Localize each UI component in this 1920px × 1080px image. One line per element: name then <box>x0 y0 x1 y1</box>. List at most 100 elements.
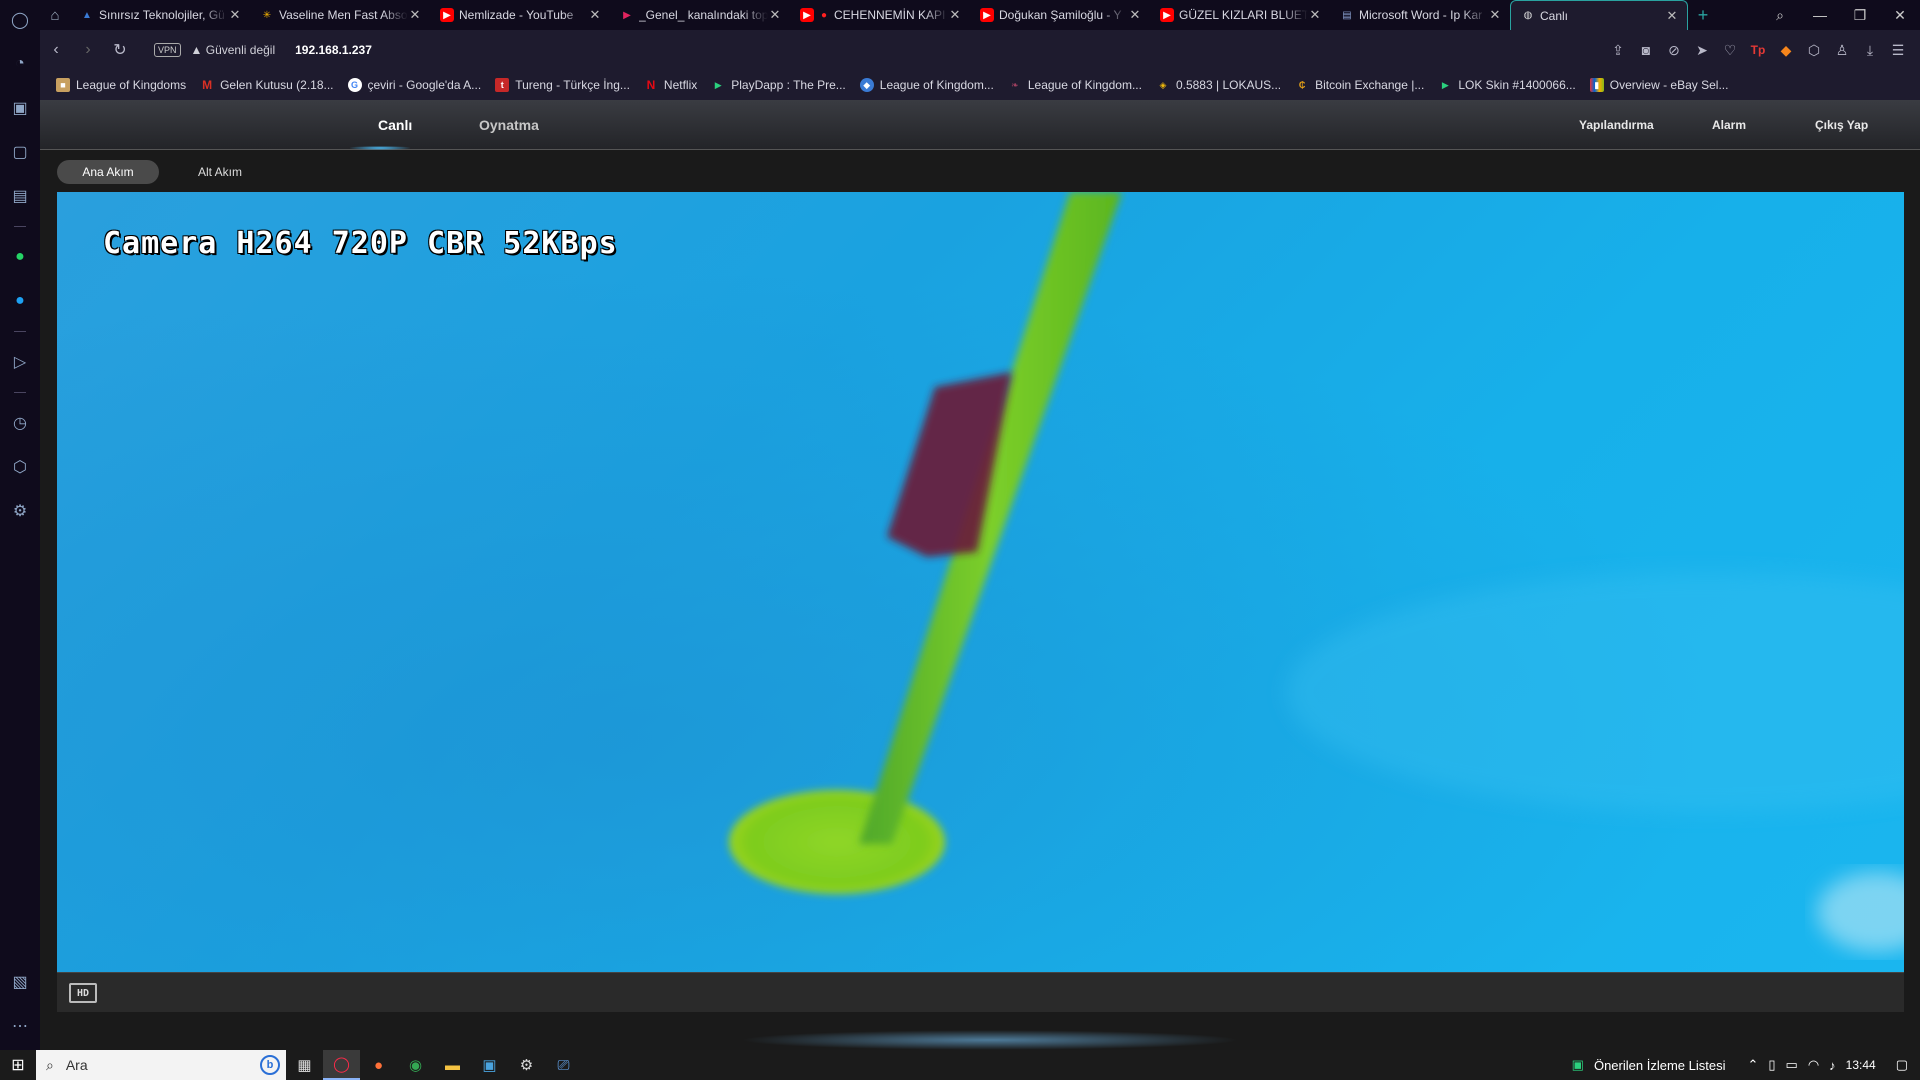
extensions-cube-icon[interactable]: ⬡ <box>1800 42 1828 59</box>
bookmark-item[interactable]: Gçeviri - Google'da A... <box>347 78 481 92</box>
opera-logo-icon[interactable]: ◯ <box>6 6 34 34</box>
nav-configuration[interactable]: Yapılandırma <box>1579 118 1654 132</box>
tab-title: Vaseline Men Fast Abso <box>279 8 408 22</box>
vpn-badge[interactable]: VPN <box>154 43 181 57</box>
bookmark-item[interactable]: ₵ Bitcoin Exchange |... <box>1295 78 1424 92</box>
device-icon[interactable]: ▯ <box>1768 1057 1775 1073</box>
twitter-icon[interactable]: ● <box>6 287 34 315</box>
nav-alarm[interactable]: Alarm <box>1712 118 1746 132</box>
bookmark-item[interactable]: ■ League of Kingdoms <box>56 78 186 92</box>
tab-islands-icon[interactable]: ▤ <box>6 182 34 210</box>
windows-start-icon[interactable]: ⊞ <box>0 1050 36 1080</box>
watchlist-label[interactable]: Önerilen İzleme Listesi <box>1594 1058 1726 1073</box>
bookmark-item[interactable]: ❧ League of Kingdom... <box>1008 78 1142 92</box>
twitch-icon[interactable]: ▢ <box>6 138 34 166</box>
sub-stream-button[interactable]: Alt Akım <box>170 160 270 184</box>
browser-tab[interactable]: ▲ Sınırsız Teknolojiler, Gü ✕ <box>70 0 250 30</box>
nav-logout[interactable]: Çıkış Yap <box>1815 118 1868 132</box>
bookmark-item[interactable]: M Gelen Kutusu (2.18... <box>200 78 333 92</box>
bookmark-item[interactable]: ◈ 0.5883 | LOKAUS... <box>1156 78 1281 92</box>
app-taskbar-icon[interactable]: ▣ <box>471 1050 508 1080</box>
watchlist-icon[interactable]: ▣ <box>1572 1057 1584 1073</box>
chrome-taskbar-icon[interactable]: ◉ <box>397 1050 434 1080</box>
hd-toggle-button[interactable]: HD <box>69 983 97 1003</box>
history-icon[interactable]: ◷ <box>6 409 34 437</box>
share-icon[interactable]: ⇪ <box>1604 42 1632 59</box>
video-frame <box>57 192 1904 972</box>
reload-icon[interactable]: ↻ <box>104 40 136 60</box>
close-tab-icon[interactable]: ✕ <box>768 7 782 23</box>
browser-tab[interactable]: ▶ Doğukan Şamiloğlu - Y ✕ <box>970 0 1150 30</box>
browser-tab[interactable]: ▶ GÜZEL KIZLARI BLUETO ✕ <box>1150 0 1330 30</box>
download-icon[interactable]: ⤓ <box>1856 42 1884 59</box>
clock[interactable]: 13:44 <box>1846 1058 1876 1072</box>
bookmark-item[interactable]: ▶ PlayDapp : The Pre... <box>711 78 846 92</box>
close-tab-icon[interactable]: ✕ <box>1308 7 1322 23</box>
bookmark-item[interactable]: ▮ Overview - eBay Sel... <box>1589 78 1728 92</box>
close-tab-icon[interactable]: ✕ <box>1488 7 1502 23</box>
security-warning[interactable]: ▲ Güvenli değil <box>191 43 276 57</box>
close-window-icon[interactable]: ✕ <box>1880 0 1920 30</box>
taskbar-search[interactable]: ⌕ Ara b <box>36 1050 286 1080</box>
bookmark-item[interactable]: t Tureng - Türkçe İng... <box>495 78 630 92</box>
bing-icon[interactable]: b <box>260 1055 280 1075</box>
player-icon[interactable]: ▷ <box>6 348 34 376</box>
shopping-icon[interactable]: ▣ <box>6 94 34 122</box>
whatsapp-icon[interactable]: ● <box>6 243 34 271</box>
back-icon[interactable]: ‹ <box>40 41 72 59</box>
bookmark-item[interactable]: ▶ LOK Skin #1400066... <box>1438 78 1576 92</box>
chevron-up-icon[interactable]: ⌃ <box>1747 1057 1758 1073</box>
main-stream-button[interactable]: Ana Akım <box>57 160 159 184</box>
firefox-taskbar-icon[interactable]: ● <box>360 1050 397 1080</box>
browser-tab[interactable]: ▶ _Genel_ kanalındaki top ✕ <box>610 0 790 30</box>
workspaces-icon[interactable]: ⌂ <box>40 0 70 30</box>
network-app-taskbar-icon[interactable]: ⎚ <box>545 1050 582 1080</box>
nav-live[interactable]: Canlı <box>378 117 412 133</box>
profile-icon[interactable]: ♙ <box>1828 42 1856 59</box>
url-field[interactable]: 192.168.1.237 <box>295 43 372 57</box>
tab-title: Sınırsız Teknolojiler, Gü <box>99 8 225 22</box>
forward-icon[interactable]: › <box>72 41 104 59</box>
live-video-feed[interactable]: Camera H264 720P CBR 52KBps <box>57 192 1904 972</box>
task-view-icon[interactable]: ▦ <box>286 1050 323 1080</box>
bookmark-item[interactable]: ◆ League of Kingdom... <box>859 78 994 92</box>
close-tab-icon[interactable]: ✕ <box>408 7 422 23</box>
camera-snapshot-icon[interactable]: ◙ <box>1632 42 1660 58</box>
metamask-icon[interactable]: ◆ <box>1772 42 1800 59</box>
file-explorer-taskbar-icon[interactable]: ▬ <box>434 1050 471 1080</box>
restore-icon[interactable]: ❐ <box>1840 0 1880 30</box>
send-icon[interactable]: ➤ <box>1688 42 1716 59</box>
easy-setup-icon[interactable]: ☰ <box>1884 42 1912 59</box>
bookmark-item[interactable]: N Netflix <box>644 78 698 92</box>
settings-icon[interactable]: ⚙ <box>6 497 34 525</box>
notifications-icon[interactable]: ▢ <box>1896 1057 1908 1073</box>
close-tab-icon[interactable]: ✕ <box>1128 7 1142 23</box>
browser-tab[interactable]: ✳ Vaseline Men Fast Abso ✕ <box>250 0 430 30</box>
settings-taskbar-icon[interactable]: ⚙ <box>508 1050 545 1080</box>
browser-tab-active[interactable]: ◍ Canlı ✕ <box>1510 0 1688 30</box>
new-tab-icon[interactable]: + <box>1688 0 1718 30</box>
heart-icon[interactable]: ♡ <box>1716 42 1744 59</box>
minimize-icon[interactable]: — <box>1800 0 1840 30</box>
browser-tab[interactable]: ▶ ● CEHENNEMİN KAPI ✕ <box>790 0 970 30</box>
close-tab-icon[interactable]: ✕ <box>1665 8 1679 24</box>
adblock-icon[interactable]: ⊘ <box>1660 42 1688 59</box>
battery-icon[interactable]: ▭ <box>1786 1057 1798 1073</box>
bottom-glow <box>740 1030 1240 1050</box>
more-icon[interactable]: ⋯ <box>6 1012 34 1040</box>
speed-dial-icon[interactable]: ◔ <box>6 50 34 78</box>
nav-playback[interactable]: Oynatma <box>479 117 539 133</box>
volume-icon[interactable]: ♪ <box>1829 1058 1836 1073</box>
ebay-icon: ▮ <box>1589 78 1604 92</box>
opera-gx-taskbar-icon[interactable]: ◯ <box>323 1050 360 1080</box>
browser-tab[interactable]: ▶ Nemlizade - YouTube ✕ <box>430 0 610 30</box>
tp-extension-icon[interactable]: Tp <box>1744 43 1772 57</box>
close-tab-icon[interactable]: ✕ <box>588 7 602 23</box>
wifi-icon[interactable]: ◠ <box>1808 1057 1819 1073</box>
close-tab-icon[interactable]: ✕ <box>948 7 962 23</box>
tab-search-icon[interactable]: ⌕ <box>1760 0 1800 30</box>
extensions-icon[interactable]: ⬡ <box>6 453 34 481</box>
browser-tab[interactable]: ▤ Microsoft Word - Ip Kar ✕ <box>1330 0 1510 30</box>
snapshot-icon[interactable]: ▧ <box>6 968 34 996</box>
close-tab-icon[interactable]: ✕ <box>228 7 242 23</box>
